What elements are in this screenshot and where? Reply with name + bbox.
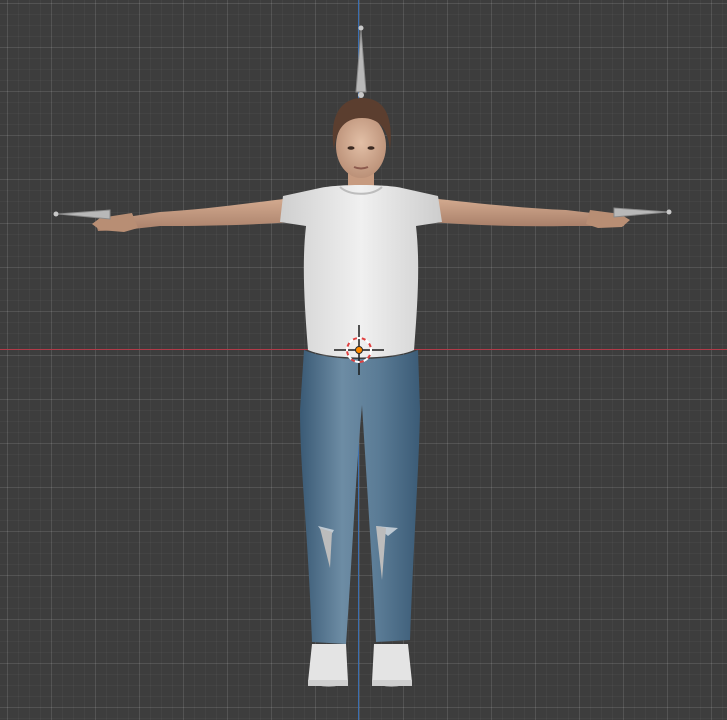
right-shoe-sole: [372, 680, 412, 686]
left-shoe-sole: [308, 680, 348, 686]
jeans: [300, 350, 420, 644]
right-eye: [367, 146, 375, 150]
left-eye: [347, 146, 355, 150]
head-bone-tip: [358, 25, 364, 31]
3d-viewport[interactable]: [0, 0, 727, 720]
head-bone-root: [358, 92, 364, 98]
left-hand-bone-tip: [53, 211, 59, 217]
head-bone-icon[interactable]: [355, 29, 367, 93]
object-origin-icon[interactable]: [355, 346, 363, 354]
right-hand-bone-icon[interactable]: [613, 207, 669, 218]
right-hand-bone-tip: [666, 209, 672, 215]
t-shirt: [280, 185, 442, 358]
character-mesh[interactable]: [92, 98, 630, 687]
scene-canvas[interactable]: [0, 0, 727, 720]
left-hand-bone-icon[interactable]: [57, 209, 111, 220]
